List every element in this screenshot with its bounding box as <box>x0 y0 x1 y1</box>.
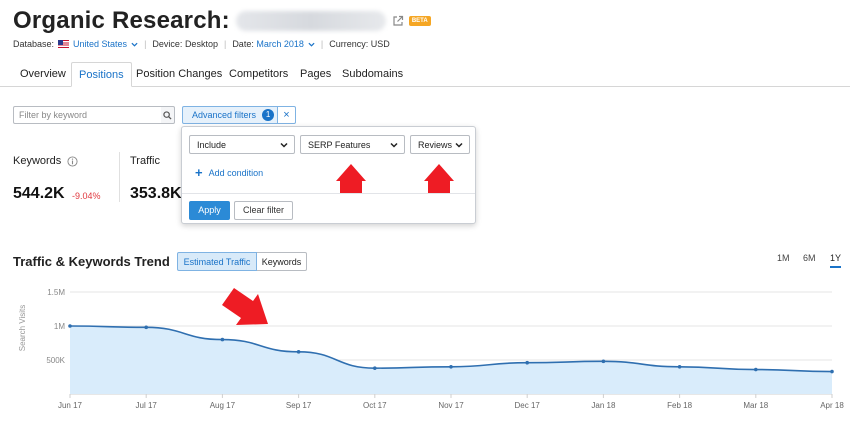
x-tick-label: Apr 18 <box>820 401 844 410</box>
filter-count-badge: 1 <box>262 109 275 121</box>
currency-value: USD <box>370 39 390 49</box>
traffic-label-text: Traffic <box>130 155 160 167</box>
apply-button[interactable]: Apply <box>189 201 230 220</box>
data-point <box>754 367 758 372</box>
database-select[interactable]: United States <box>73 39 127 49</box>
data-point <box>373 366 377 370</box>
divider: | <box>144 39 147 49</box>
title-row: Organic Research: BETA <box>13 4 431 38</box>
beta-badge: BETA <box>408 16 431 26</box>
x-tick-label: Jul 17 <box>136 401 158 410</box>
page-title: Organic Research: <box>13 7 230 34</box>
chevron-down-icon <box>455 142 463 148</box>
date-select[interactable]: March 2018 <box>256 39 304 49</box>
currency-label: Currency: <box>329 39 369 49</box>
date-label: Date: <box>232 39 254 49</box>
tab-competitors[interactable]: Competitors <box>222 62 295 87</box>
divider: | <box>223 39 227 49</box>
range-6m[interactable]: 6M <box>803 253 816 263</box>
traffic-trend-chart: 500K 1M 1.5M Jun 17 Jul 17 Aug 17 Sep 17 Oct 1… <box>18 288 844 410</box>
popup-divider <box>182 193 475 194</box>
search-icon <box>163 110 172 120</box>
kpi-divider <box>119 152 120 202</box>
database-label: Database: <box>13 39 55 49</box>
chevron-down-icon[interactable] <box>131 41 138 48</box>
divider: | <box>320 39 324 49</box>
x-tick-label: Oct 17 <box>363 401 387 410</box>
tab-position-changes[interactable]: Position Changes <box>129 62 229 87</box>
include-select-value: Include <box>197 140 227 150</box>
y-axis-label: Search Visits <box>18 305 27 352</box>
traffic-value: 353.8K <box>130 185 182 202</box>
chevron-down-icon <box>390 142 398 148</box>
x-tick-label: Sep 17 <box>286 401 312 410</box>
chevron-down-icon <box>280 142 288 148</box>
x-tick-label: Jan 18 <box>591 401 616 410</box>
x-tick-label: Feb 18 <box>667 401 692 410</box>
device-value: Desktop <box>184 39 218 49</box>
external-link-icon[interactable] <box>392 15 404 27</box>
advanced-filter-popup: Include SERP Features Reviews + Add cond… <box>181 126 476 224</box>
data-point <box>220 337 225 342</box>
blurred-domain <box>235 11 386 31</box>
tab-overview[interactable]: Overview <box>13 62 73 87</box>
data-point <box>296 350 301 354</box>
estimated-traffic-toggle[interactable]: Estimated Traffic <box>177 252 257 271</box>
reviews-select-value: Reviews <box>418 140 453 150</box>
info-icon[interactable] <box>67 155 78 167</box>
serp-features-select-value: SERP Features <box>308 140 371 150</box>
tab-subdomains[interactable]: Subdomains <box>335 62 410 87</box>
data-point <box>677 365 682 369</box>
clear-filters-close-icon[interactable]: × <box>278 106 296 124</box>
add-condition-label: Add condition <box>208 168 264 178</box>
keywords-toggle[interactable]: Keywords <box>257 252 307 271</box>
data-point <box>449 365 453 369</box>
advanced-filters-button[interactable]: Advanced filters 1 <box>182 106 278 124</box>
data-point <box>68 324 72 328</box>
y-tick-label: 1.5M <box>47 288 65 297</box>
device-label: Device: <box>152 39 183 49</box>
keyword-filter-input[interactable] <box>13 106 163 124</box>
data-point <box>525 360 529 365</box>
clear-filter-button[interactable]: Clear filter <box>234 201 293 220</box>
traffic-kpi-label: Traffic <box>130 155 160 167</box>
x-axis-ticks: Jun 17 Jul 17 Aug 17 Sep 17 Oct 17 Nov 17 Dec … <box>58 394 844 410</box>
keywords-value: 544.2K <box>13 185 65 202</box>
data-point <box>144 325 148 330</box>
y-tick-label: 500K <box>46 356 65 365</box>
data-point <box>601 359 606 364</box>
y-axis-ticks: 500K 1M 1.5M <box>46 288 65 365</box>
keywords-kpi-label: Keywords <box>13 155 78 167</box>
keywords-label-text: Keywords <box>13 155 62 167</box>
x-tick-label: Dec 17 <box>515 401 541 410</box>
tab-pages[interactable]: Pages <box>293 62 338 87</box>
reviews-select[interactable]: Reviews <box>410 135 470 154</box>
x-tick-label: Mar 18 <box>743 401 768 410</box>
tab-bar: Overview Positions Position Changes Comp… <box>0 62 850 87</box>
advanced-filters-label: Advanced filters <box>192 110 257 120</box>
range-1m[interactable]: 1M <box>777 253 790 263</box>
include-select[interactable]: Include <box>189 135 295 154</box>
trend-title: Traffic & Keywords Trend <box>13 254 170 269</box>
search-button[interactable] <box>161 106 175 124</box>
data-point <box>830 369 834 374</box>
x-tick-label: Aug 17 <box>210 401 236 410</box>
keywords-change: -9.04% <box>72 191 101 201</box>
add-condition-link[interactable]: + Add condition <box>195 165 264 180</box>
meta-row: Database: United States | Device: Deskto… <box>13 39 390 49</box>
x-tick-label: Nov 17 <box>438 401 464 410</box>
plus-icon: + <box>195 165 203 180</box>
tab-positions[interactable]: Positions <box>71 62 132 87</box>
range-1y[interactable]: 1Y <box>830 253 842 268</box>
chevron-down-icon[interactable] <box>308 41 315 48</box>
y-tick-label: 1M <box>54 322 65 331</box>
x-tick-label: Jun 17 <box>58 401 83 410</box>
serp-features-select[interactable]: SERP Features <box>300 135 405 154</box>
us-flag-icon <box>58 40 70 48</box>
